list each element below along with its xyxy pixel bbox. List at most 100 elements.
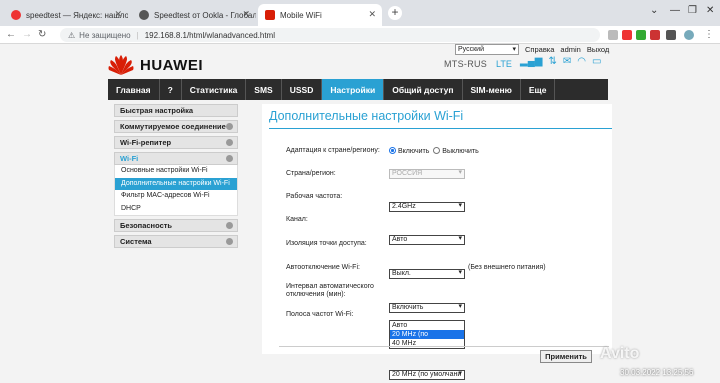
wifi-icon: ◠	[577, 56, 586, 67]
forward-icon[interactable]: →	[22, 29, 32, 40]
photo-timestamp: 30.03.2022 13:25:56	[620, 368, 694, 377]
address-bar: ← → ↻ ⚠ Не защищено | 192.168.8.1/html/w…	[0, 26, 720, 44]
menu-home[interactable]: Главная	[108, 79, 160, 100]
close-icon[interactable]: ✕	[114, 9, 122, 20]
adapt-on-radio[interactable]	[389, 147, 396, 154]
extension-icon[interactable]	[636, 30, 646, 40]
insecure-label: Не защищено	[79, 30, 131, 40]
sidebar-item-label: Wi-Fi-репитер	[120, 138, 172, 147]
menu-sms[interactable]: SMS	[246, 79, 282, 100]
adapt-radio-group: Включить Выключить	[389, 147, 479, 155]
signal-icon: ▂▄▆	[520, 56, 543, 67]
tab-speedtest[interactable]: Speedtest от Ookla - Глобальн ✕	[132, 4, 256, 26]
new-tab-button[interactable]: +	[388, 6, 402, 20]
settings-sidebar: Быстрая настройка Коммутируемое соединен…	[114, 104, 238, 251]
sidebar-item-wifi-advanced[interactable]: Дополнительные настройки Wi-Fi	[115, 177, 237, 190]
speedtest-icon	[139, 10, 149, 20]
bandwidth-option[interactable]: Авто	[390, 321, 464, 330]
tab-mobile-wifi[interactable]: Mobile WiFi ✕	[258, 4, 382, 26]
menu-sim[interactable]: SIM-меню	[463, 79, 521, 100]
warning-icon: ⚠	[68, 30, 76, 40]
sidebar-item-dhcp[interactable]: DHCP	[115, 203, 237, 216]
logout-link[interactable]: Выход	[587, 45, 609, 54]
expand-icon	[226, 139, 233, 146]
sidebar-item-mac-filter[interactable]: Фильтр MAC-адресов Wi-Fi	[115, 190, 237, 203]
top-links: Русский Справка admin Выход	[455, 44, 609, 55]
close-window-icon[interactable]: ✕	[706, 5, 714, 16]
sidebar-item-repeater[interactable]: Wi-Fi-репитер	[114, 136, 238, 149]
minimize-icon[interactable]: —	[670, 5, 680, 16]
menu-settings[interactable]: Настройки	[322, 79, 385, 100]
url-text: 192.168.8.1/html/wlanadvanced.html	[144, 30, 275, 40]
sidebar-item-security[interactable]: Безопасность	[114, 219, 238, 232]
country-label: Страна/регион:	[286, 170, 336, 177]
menu-sharing[interactable]: Общий доступ	[384, 79, 463, 100]
sidebar-item-dialup[interactable]: Коммутируемое соединение	[114, 120, 238, 133]
browser-tab-bar: speedtest — Яндекс: нашлось 8 ✕ Speedtes…	[0, 0, 720, 26]
operator-name: MTS-RUS	[444, 59, 488, 69]
adapt-label: Адаптация к стране/региону:	[286, 147, 380, 154]
bandwidth-select[interactable]: 20 MHz (по умолчани	[389, 370, 465, 380]
isolation-label: Изоляция точки доступа:	[286, 240, 367, 247]
maximize-icon[interactable]: ❐	[688, 5, 697, 16]
expand-icon	[226, 238, 233, 245]
apply-button[interactable]: Применить	[540, 350, 592, 363]
settings-panel: Дополнительные настройки Wi-Fi Адаптация…	[262, 104, 612, 380]
autooff-note: (Без внешнего питания)	[468, 264, 546, 271]
sidebar-item-label: Система	[120, 237, 152, 246]
form-divider	[279, 346, 609, 347]
country-select: РОССИЯ	[389, 169, 465, 179]
url-field[interactable]: ⚠ Не защищено | 192.168.8.1/html/wlanadv…	[60, 28, 600, 42]
yandex-icon	[11, 10, 21, 20]
menu-icon[interactable]: ⋮	[704, 29, 714, 40]
extension-icon[interactable]	[622, 30, 632, 40]
reload-icon[interactable]: ↻	[38, 29, 46, 40]
adapt-off-label: Выключить	[442, 148, 479, 155]
separator: |	[136, 30, 139, 40]
expand-icon	[226, 123, 233, 130]
channel-select[interactable]: Авто	[389, 235, 465, 245]
sidebar-item-label: Коммутируемое соединение	[120, 122, 226, 131]
isolation-select[interactable]: Выкл.	[389, 269, 465, 279]
sidebar-item-wifi[interactable]: Wi-Fi	[114, 152, 238, 165]
adapt-on-label: Включить	[398, 148, 430, 155]
expand-icon	[226, 222, 233, 229]
close-icon[interactable]: ✕	[242, 9, 250, 20]
avatar[interactable]	[684, 30, 694, 40]
sms-icon[interactable]: ✉	[563, 56, 571, 67]
router-page: Русский Справка admin Выход HUAWEI MTS-R…	[0, 44, 720, 383]
menu-statistics[interactable]: Статистика	[182, 79, 247, 100]
sidebar-item-wifi-basic[interactable]: Основные настройки Wi-Fi	[115, 165, 237, 178]
collapse-icon	[226, 155, 233, 162]
adapt-off-radio[interactable]	[433, 147, 441, 154]
puzzle-icon[interactable]	[666, 30, 676, 40]
extension-icon[interactable]	[650, 30, 660, 40]
close-icon[interactable]: ✕	[368, 9, 376, 20]
language-select[interactable]: Русский	[455, 44, 519, 55]
help-link[interactable]: Справка	[525, 45, 554, 54]
menu-ussd[interactable]: USSD	[282, 79, 323, 100]
sidebar-item-system[interactable]: Система	[114, 235, 238, 248]
frequency-label: Рабочая частота:	[286, 193, 343, 200]
sidebar-item-quick-setup[interactable]: Быстрая настройка	[114, 104, 238, 117]
menu-help[interactable]: ?	[160, 79, 182, 100]
chevron-down-icon[interactable]: ⌄	[650, 5, 658, 16]
tab-title: speedtest — Яндекс: нашлось 8	[26, 10, 128, 20]
extension-icon[interactable]	[608, 30, 618, 40]
bandwidth-dropdown: Авто 20 MHz (по умолчанию) 40 MHz	[389, 320, 465, 349]
title-divider	[269, 128, 612, 129]
network-type: LTE	[496, 59, 512, 69]
page-title: Дополнительные настройки Wi-Fi	[269, 109, 464, 123]
sidebar-item-label: Wi-Fi	[120, 154, 139, 163]
user-name: admin	[560, 45, 581, 54]
tab-yandex[interactable]: speedtest — Яндекс: нашлось 8 ✕	[4, 4, 128, 26]
frequency-select[interactable]: 2.4GHz	[389, 202, 465, 212]
status-icons: ▂▄▆ ⇅ ✉ ◠ ▭	[520, 56, 601, 67]
autooff-select[interactable]: Включить	[389, 303, 465, 313]
bandwidth-option[interactable]: 20 MHz (по умолчанию)	[390, 330, 464, 347]
menu-more[interactable]: Еще	[521, 79, 556, 100]
interval-label: Интервал автоматического	[286, 283, 374, 290]
bandwidth-label: Полоса частот Wi-Fi:	[286, 311, 354, 318]
battery-icon: ▭	[591, 56, 602, 67]
back-icon[interactable]: ←	[6, 29, 16, 40]
